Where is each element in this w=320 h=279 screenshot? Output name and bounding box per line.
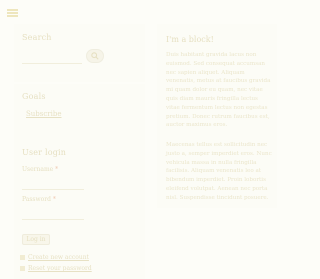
create-account-label: Create new account [28,254,89,261]
password-field[interactable] [22,205,84,220]
search-icon [91,52,99,60]
password-label: Password * [22,196,56,203]
subscribe-link[interactable]: Subscribe [26,110,62,118]
block-paragraph-1: Duis habitant gravida lacus non euismod.… [166,52,271,129]
username-field[interactable] [22,175,84,190]
reset-password-link[interactable]: Reset your password [20,265,92,272]
search-heading: Search [22,33,52,42]
required-marker: * [52,196,56,203]
search-input[interactable] [22,51,82,64]
bullet-icon [20,266,25,271]
create-account-link[interactable]: Create new account [20,254,89,261]
page: Search Goals Subscribe User login Userna… [0,0,289,279]
reset-password-label: Reset your password [28,265,92,272]
user-login-heading: User login [22,148,67,157]
password-label-text: Password [22,196,51,203]
hamburger-menu-icon[interactable] [7,9,18,17]
bullet-icon [20,255,25,260]
required-marker: * [55,166,59,173]
block-title: I'm a block! [166,35,214,44]
main-content-block: I'm a block! Duis habitant gravida lacus… [157,24,277,208]
search-button[interactable] [86,49,104,63]
username-label-text: Username [22,166,54,173]
username-label: Username * [22,166,58,173]
sidebar: Search Goals Subscribe User login Userna… [14,24,145,279]
login-button[interactable]: Log in [22,234,50,245]
goals-heading: Goals [22,92,46,101]
block-paragraph-2: Maecenas tellus est sollicitudin nec jus… [166,142,272,201]
